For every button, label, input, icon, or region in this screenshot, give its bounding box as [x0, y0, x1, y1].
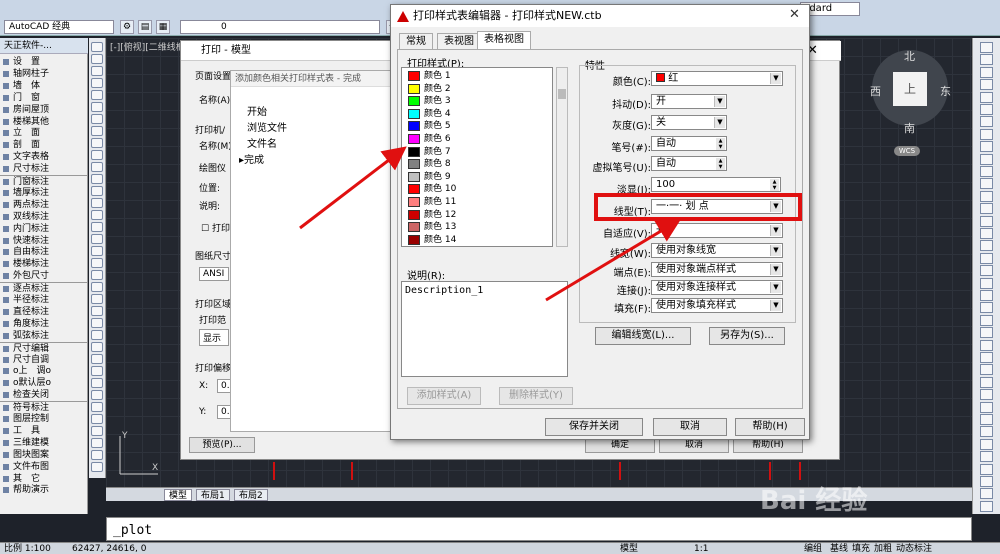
baidu-url: jingyan.baidu.com	[790, 522, 892, 535]
baidu-watermark: Bai 经验	[760, 486, 868, 516]
annotation-arrows	[299, 146, 682, 302]
arrow-to-style-list	[299, 146, 407, 230]
arrow-to-linetype	[545, 218, 682, 302]
